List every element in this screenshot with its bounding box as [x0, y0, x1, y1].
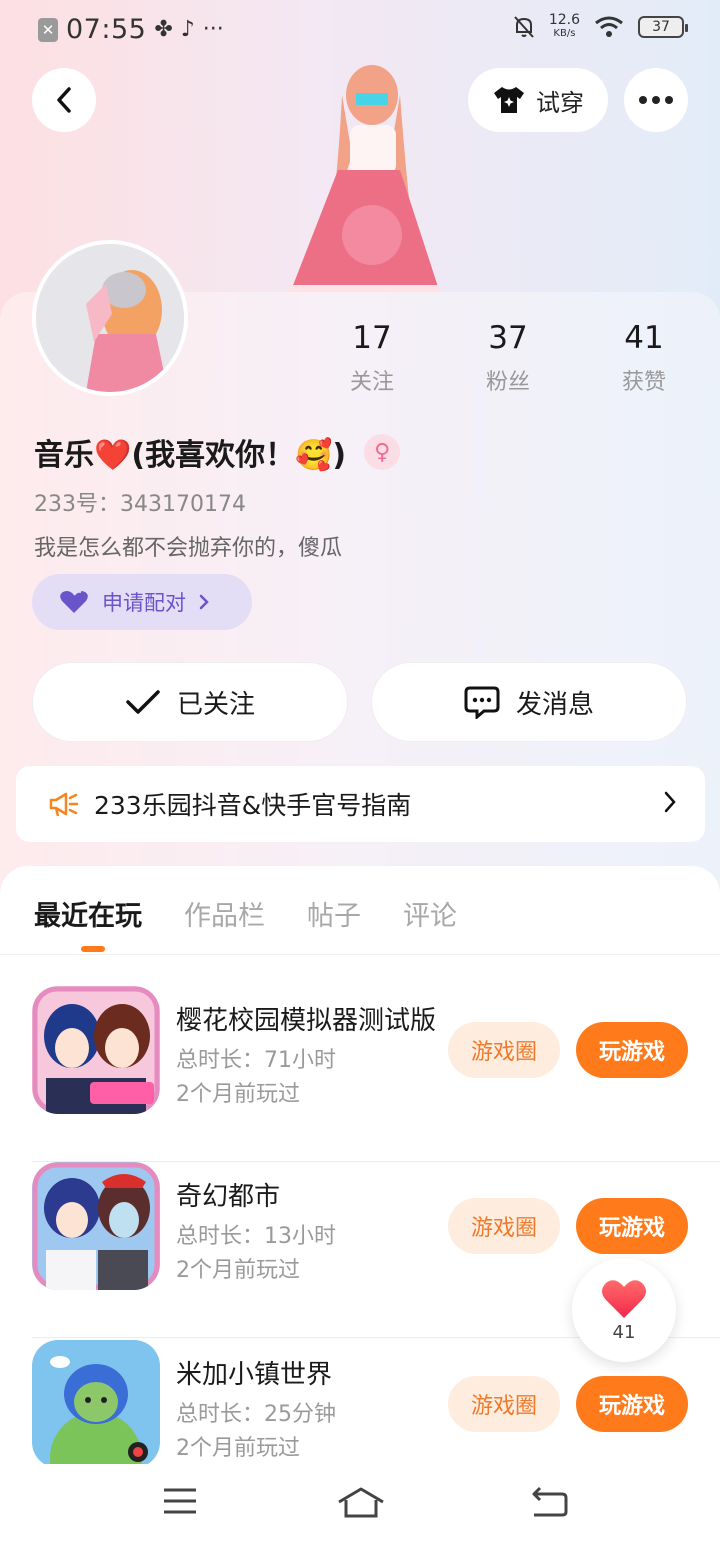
- more-options-button[interactable]: [624, 68, 688, 132]
- like-count: 41: [612, 1321, 636, 1343]
- following-stat[interactable]: 17 关注: [304, 320, 440, 396]
- game-playtime: 总时长：13小时: [176, 1224, 336, 1249]
- game-playtime: 总时长：71小时: [176, 1048, 336, 1073]
- dressup-character-image: [280, 55, 450, 295]
- followed-button[interactable]: 已关注: [32, 662, 348, 742]
- send-message-button[interactable]: 发消息: [371, 662, 687, 742]
- game-name: 樱花校园模拟器测试版: [176, 1006, 436, 1036]
- tab-recently-played[interactable]: 最近在玩: [34, 894, 142, 952]
- wifi-icon: [595, 16, 623, 37]
- tiktok-icon: ♪: [180, 17, 195, 42]
- likes-count: 41: [624, 320, 664, 356]
- game-last-played: 2个月前玩过: [176, 1436, 300, 1461]
- chevron-right-icon: [664, 791, 676, 813]
- announcement-banner[interactable]: 233乐园抖音&快手官号指南: [16, 766, 705, 842]
- status-time: 07:55: [66, 14, 147, 45]
- play-game-button[interactable]: 玩游戏: [576, 1376, 688, 1432]
- request-pair-button[interactable]: 申请配对: [32, 574, 252, 630]
- mute-bell-icon: [514, 16, 534, 38]
- user-avatar[interactable]: [32, 240, 188, 396]
- followers-label: 粉丝: [485, 370, 530, 395]
- profile-tabs: 最近在玩 作品栏 帖子 评论: [34, 894, 457, 952]
- game-playtime: 总时长：25分钟: [176, 1402, 336, 1427]
- announcement-text: 233乐园抖音&快手官号指南: [94, 791, 412, 820]
- user-nickname: 音乐❤️(我喜欢你！🥰): [34, 438, 347, 473]
- try-on-button[interactable]: 试穿: [468, 68, 608, 132]
- game-circle-button[interactable]: 游戏圈: [448, 1022, 560, 1078]
- battery-icon: 37: [638, 16, 688, 38]
- tab-works[interactable]: 作品栏: [184, 894, 265, 933]
- send-message-label: 发消息: [515, 689, 594, 720]
- tab-comments[interactable]: 评论: [403, 894, 457, 933]
- tabs-divider: [0, 954, 720, 955]
- try-on-label: 试穿: [536, 88, 584, 117]
- user-bio: 我是怎么都不会抛弃你的，傻瓜: [34, 536, 343, 561]
- chevron-right-icon: [199, 594, 209, 610]
- tab-posts[interactable]: 帖子: [307, 894, 361, 933]
- system-nav-bar: [0, 1464, 720, 1544]
- back-button[interactable]: [32, 68, 96, 132]
- tshirt-icon: [494, 87, 524, 113]
- game-circle-button[interactable]: 游戏圈: [448, 1376, 560, 1432]
- game-last-played: 2个月前玩过: [176, 1082, 300, 1107]
- followed-label: 已关注: [176, 689, 255, 720]
- chat-bubble-icon: [464, 686, 500, 719]
- notification-close-icon: ✕: [38, 17, 58, 42]
- play-game-button[interactable]: 玩游戏: [576, 1022, 688, 1078]
- network-speed: 12.6 KB/s: [548, 12, 580, 39]
- heart-pair-icon: [60, 590, 88, 613]
- megaphone-icon: [49, 792, 79, 817]
- back-nav-icon[interactable]: [530, 1486, 568, 1518]
- game-icon[interactable]: [32, 986, 160, 1114]
- play-game-button[interactable]: 玩游戏: [576, 1198, 688, 1254]
- fan-icon: ✤: [154, 17, 173, 42]
- back-arrow-icon: [57, 87, 71, 113]
- request-pair-label: 申请配对: [102, 591, 186, 615]
- game-name: 奇幻都市: [176, 1182, 281, 1212]
- game-last-played: 2个月前玩过: [176, 1258, 300, 1283]
- female-gender-icon: ♀: [364, 434, 401, 470]
- status-bar: ✕ 07:55 ✤ ♪ ··· 12.6 KB/s 37: [0, 0, 720, 58]
- game-circle-button[interactable]: 游戏圈: [448, 1198, 560, 1254]
- followers-count: 37: [488, 320, 528, 356]
- user-nickname-row: 音乐❤️(我喜欢你！🥰) ♀: [34, 430, 401, 474]
- followers-stat[interactable]: 37 粉丝: [440, 320, 576, 396]
- likes-stat[interactable]: 41 获赞: [576, 320, 712, 396]
- checkmark-icon: [126, 690, 160, 714]
- likes-label: 获赞: [621, 370, 666, 395]
- menu-icon[interactable]: [162, 1486, 198, 1516]
- game-icon[interactable]: [32, 1162, 160, 1290]
- heart-icon: [602, 1279, 646, 1318]
- following-label: 关注: [349, 370, 394, 395]
- home-icon[interactable]: [336, 1486, 386, 1520]
- more-dots-icon: [639, 96, 673, 104]
- more-notifications-icon: ···: [202, 17, 224, 42]
- following-count: 17: [352, 320, 392, 356]
- like-floating-button[interactable]: 41: [572, 1258, 676, 1362]
- profile-stats: 17 关注 37 粉丝 41 获赞: [304, 320, 712, 396]
- game-list-item[interactable]: 樱花校园模拟器测试版 总时长：71小时 2个月前玩过 游戏圈 玩游戏: [32, 986, 720, 1162]
- game-icon[interactable]: [32, 1340, 160, 1468]
- user-id: 233号：343170174: [34, 492, 246, 517]
- game-name: 米加小镇世界: [176, 1360, 333, 1390]
